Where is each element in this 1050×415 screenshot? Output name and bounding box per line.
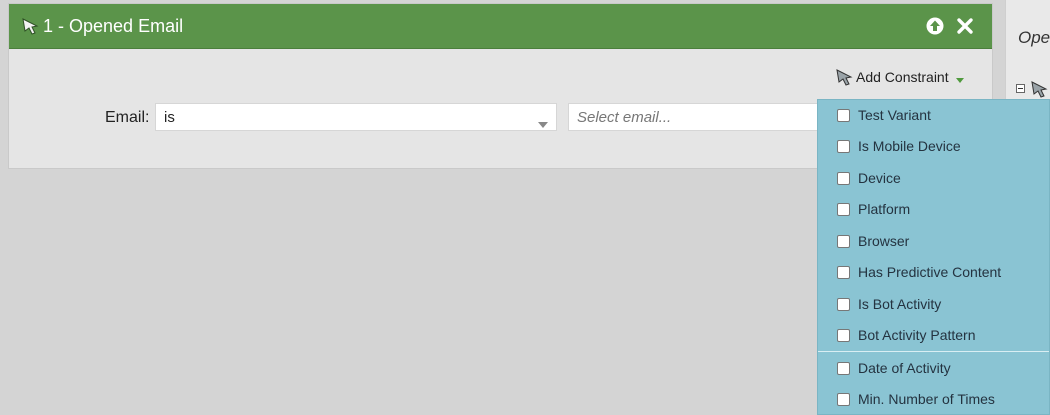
constraint-option[interactable]: Browser bbox=[818, 226, 1049, 256]
constraint-label: Test Variant bbox=[858, 107, 931, 123]
add-constraint-button[interactable]: Add Constraint bbox=[835, 67, 965, 87]
filter-icon bbox=[21, 17, 39, 35]
chevron-down-icon bbox=[538, 115, 548, 128]
constraint-checkbox[interactable] bbox=[837, 139, 850, 153]
constraint-label: Min. Number of Times bbox=[858, 391, 995, 407]
email-select[interactable]: Select email... bbox=[568, 103, 820, 131]
operator-value: is bbox=[164, 109, 175, 126]
constraint-label: Device bbox=[858, 170, 901, 186]
constraint-checkbox[interactable] bbox=[837, 202, 850, 216]
right-panel-title: Ope bbox=[1018, 28, 1050, 47]
constraint-label: Is Mobile Device bbox=[858, 138, 961, 154]
constraint-checkbox[interactable] bbox=[837, 392, 850, 406]
constraint-dropdown: Test Variant Is Mobile Device Device Pla… bbox=[817, 99, 1050, 415]
close-icon bbox=[957, 18, 973, 34]
constraint-option[interactable]: Device bbox=[818, 163, 1049, 193]
dropdown-divider bbox=[818, 351, 1049, 352]
constraint-option[interactable]: Bot Activity Pattern bbox=[818, 320, 1049, 350]
constraint-option[interactable]: Test Variant bbox=[818, 100, 1049, 130]
close-button[interactable] bbox=[955, 16, 975, 36]
constraint-label: Is Bot Activity bbox=[858, 296, 942, 312]
constraint-option[interactable]: Platform bbox=[818, 194, 1049, 224]
constraint-option[interactable]: Is Bot Activity bbox=[818, 289, 1049, 319]
constraint-checkbox[interactable] bbox=[837, 361, 850, 375]
constraint-label: Date of Activity bbox=[858, 360, 951, 376]
constraint-checkbox[interactable] bbox=[837, 297, 850, 311]
constraint-option[interactable]: Has Predictive Content bbox=[818, 257, 1049, 287]
operator-select[interactable]: is bbox=[155, 103, 557, 131]
constraint-checkbox[interactable] bbox=[837, 234, 850, 248]
constraint-checkbox[interactable] bbox=[837, 265, 850, 279]
filter-title: 1 - Opened Email bbox=[43, 16, 184, 36]
filter-icon bbox=[835, 68, 853, 86]
constraint-checkbox[interactable] bbox=[837, 328, 850, 342]
email-placeholder: Select email... bbox=[577, 109, 672, 126]
constraint-option[interactable]: Min. Number of Times bbox=[818, 384, 1049, 414]
collapse-toggle[interactable] bbox=[1016, 84, 1025, 93]
constraint-label: Bot Activity Pattern bbox=[858, 327, 976, 343]
email-label: Email: bbox=[105, 109, 150, 126]
move-up-button[interactable] bbox=[925, 16, 945, 36]
arrow-up-circle-icon bbox=[926, 17, 944, 35]
constraint-label: Platform bbox=[858, 201, 911, 217]
constraint-checkbox[interactable] bbox=[837, 171, 850, 185]
caret-down-icon bbox=[955, 72, 965, 83]
filter-icon bbox=[1030, 80, 1048, 98]
constraint-label: Has Predictive Content bbox=[858, 264, 1002, 280]
filter-header: 1 - Opened Email bbox=[9, 4, 992, 49]
constraint-label: Browser bbox=[858, 233, 910, 249]
constraint-checkbox[interactable] bbox=[837, 108, 850, 122]
constraint-option[interactable]: Date of Activity bbox=[818, 353, 1049, 383]
constraint-option[interactable]: Is Mobile Device bbox=[818, 131, 1049, 161]
add-constraint-label: Add Constraint bbox=[856, 69, 949, 85]
